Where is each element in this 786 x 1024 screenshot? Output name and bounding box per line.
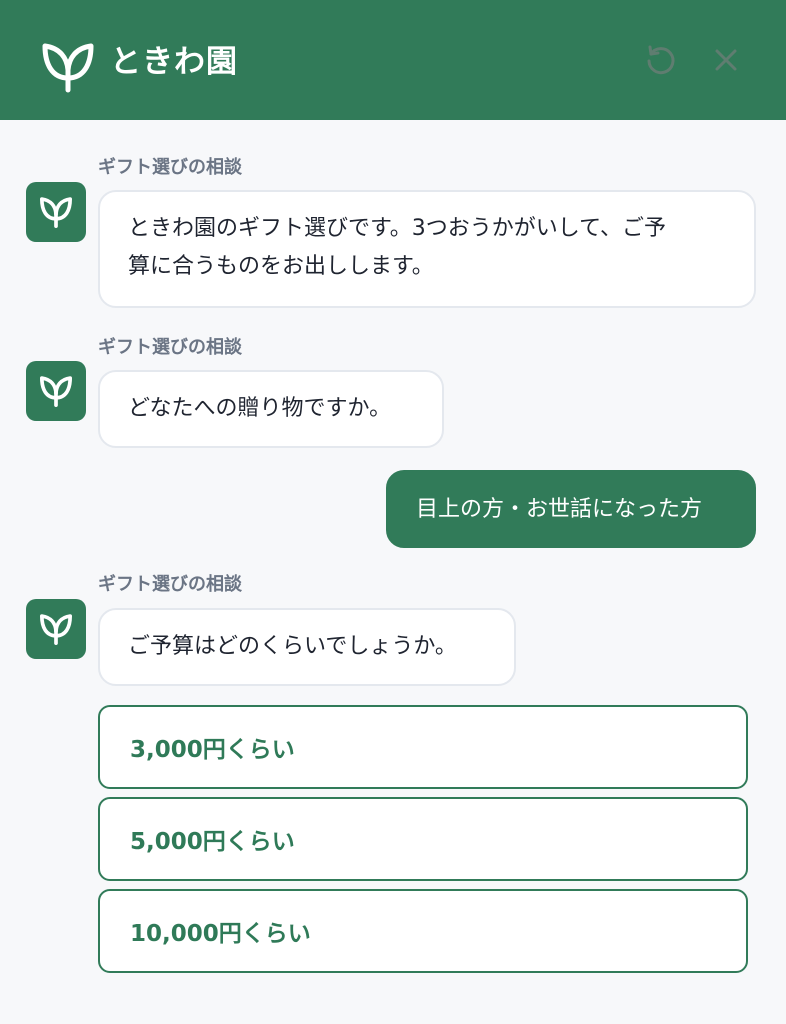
refresh-icon [647,45,675,75]
bot-message: どなたへの贈り物ですか。 [98,370,444,448]
sender-label: ギフト選びの相談 [98,574,242,595]
app-title: ときわ園 [110,44,238,80]
leaf-sprout-icon [40,614,72,645]
leaf-sprout-icon [42,43,94,93]
bot-avatar [26,599,86,659]
budget-option-button[interactable]: 3,000円くらい [98,705,748,789]
chat-header: ときわ園 [0,0,786,120]
sender-label: ギフト選びの相談 [98,157,242,178]
close-button[interactable] [706,40,746,80]
message-line: ときわ園のギフト選びです。3つおうかがいして、ご予 [128,216,667,241]
bot-avatar [26,182,86,242]
budget-option-button[interactable]: 10,000円くらい [98,889,748,973]
bot-message: ときわ園のギフト選びです。3つおうかがいして、ご予 算に合うものをお出しします。 [98,190,756,308]
user-message: 目上の方・お世話になった方 [386,470,756,548]
leaf-sprout-icon [40,197,72,228]
bot-avatar [26,361,86,421]
bot-message: ご予算はどのくらいでしょうか。 [98,608,516,686]
close-icon [715,49,737,71]
sender-label: ギフト選びの相談 [98,337,242,358]
message-line: 算に合うものをお出しします。 [128,254,434,279]
reset-button[interactable] [640,40,680,80]
budget-option-button[interactable]: 5,000円くらい [98,797,748,881]
leaf-sprout-icon [40,376,72,407]
